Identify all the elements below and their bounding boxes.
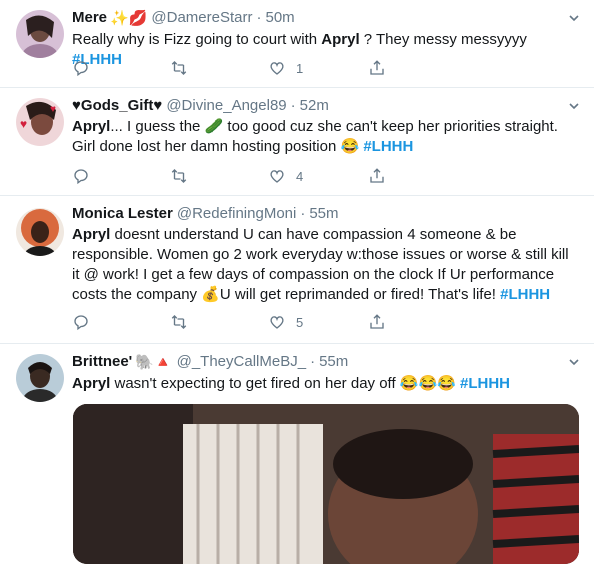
share-icon [370, 168, 384, 183]
reply-icon [74, 169, 88, 185]
mention-apryl: Apryl [72, 226, 111, 243]
chevron-down-icon[interactable] [568, 10, 580, 22]
tweet-header: ♥Gods_Gift♥ @Divine_Angel89 · 52m [72, 96, 580, 116]
name-emoji: 🐘🔺 [135, 354, 173, 371]
tweet-actions: 4 [72, 166, 392, 186]
reply-icon [74, 61, 88, 77]
timestamp[interactable]: 55m [309, 205, 338, 222]
tweet-text: Apryl doesnt understand U can have compa… [72, 226, 569, 303]
heart-icon [270, 316, 284, 329]
avatar[interactable] [16, 10, 64, 58]
hashtag-link[interactable]: #LHHH [363, 138, 413, 155]
hashtag-link[interactable]: #LHHH [500, 286, 550, 303]
separator-dot: · [290, 97, 296, 114]
separator-dot: · [256, 9, 262, 26]
avatar[interactable] [16, 354, 64, 402]
separator-dot: · [310, 353, 316, 370]
chevron-down-icon[interactable] [568, 98, 580, 110]
like-count: 4 [296, 168, 304, 184]
display-name[interactable]: ♥Gods_Gift♥ [72, 97, 162, 114]
avatar[interactable]: ♥ ♥ [16, 98, 64, 146]
username[interactable]: @RedefiningMoni [177, 205, 296, 222]
svg-text:♥: ♥ [50, 104, 56, 115]
reply-icon [74, 315, 88, 331]
timestamp[interactable]: 55m [319, 353, 348, 370]
heart-icon [270, 170, 284, 183]
tweet-header: Monica Lester @RedefiningMoni · 55m [72, 204, 580, 224]
tweet-text: Apryl... I guess the 🥒 too good cuz she … [72, 118, 558, 155]
chevron-down-icon[interactable] [568, 354, 580, 366]
share-icon [370, 60, 384, 75]
tweet-header: Mere ✨💋 @DamereStarr · 50m [72, 8, 580, 29]
like-count: 1 [296, 60, 304, 76]
username[interactable]: @_TheyCallMeBJ_ [177, 353, 306, 370]
display-name[interactable]: Brittnee' [72, 353, 132, 370]
like-button[interactable]: 5 [268, 312, 303, 332]
laughing-emoji: 😂😂😂 [399, 375, 456, 392]
tweet[interactable]: Mere ✨💋 @DamereStarr · 50m Really why is Fiz… [0, 0, 594, 88]
separator-dot: · [300, 205, 306, 222]
username[interactable]: @Divine_Angel89 [166, 97, 286, 114]
mention-apryl: Apryl [321, 31, 360, 48]
share-button[interactable] [368, 166, 386, 186]
tweet-header: Brittnee' 🐘🔺 @_TheyCallMeBJ_ · 55m [72, 352, 580, 373]
tweet[interactable]: ♥ ♥ ♥Gods_Gift♥ @Divine_Angel89 · 52m Apryl.… [0, 88, 594, 196]
laughing-emoji: 😂 [340, 138, 360, 155]
like-button[interactable]: 4 [268, 166, 303, 186]
svg-text:♥: ♥ [20, 117, 27, 131]
tweet-actions: 5 [72, 312, 392, 332]
name-emoji: ✨💋 [110, 10, 148, 27]
tweet[interactable]: Monica Lester @RedefiningMoni · 55m Apryl d… [0, 196, 594, 344]
like-count: 5 [296, 314, 304, 330]
retweet-icon [171, 61, 187, 75]
reply-button[interactable] [72, 166, 90, 186]
retweet-button[interactable] [170, 312, 188, 332]
share-icon [370, 314, 384, 329]
share-button[interactable] [368, 312, 386, 332]
reply-button[interactable] [72, 58, 90, 78]
hashtag-link[interactable]: #LHHH [460, 375, 510, 392]
retweet-button[interactable] [170, 58, 188, 78]
heart-icon [270, 62, 284, 75]
retweet-button[interactable] [170, 166, 188, 186]
media-image-content [73, 404, 579, 564]
tweet-text: Apryl wasn't expecting to get fired on h… [72, 375, 510, 392]
tweet-actions: 1 [72, 58, 392, 78]
timestamp[interactable]: 52m [300, 97, 329, 114]
like-button[interactable]: 1 [268, 58, 303, 78]
reply-button[interactable] [72, 312, 90, 332]
display-name[interactable]: Monica Lester [72, 205, 173, 222]
mention-apryl: Apryl [72, 118, 111, 135]
cucumber-emoji: 🥒 [204, 118, 224, 135]
display-name[interactable]: Mere [72, 9, 107, 26]
share-button[interactable] [368, 58, 386, 78]
username[interactable]: @DamereStarr [151, 9, 252, 26]
timestamp[interactable]: 50m [265, 9, 294, 26]
avatar[interactable] [16, 208, 64, 256]
money-bag-emoji: 💰 [201, 286, 220, 303]
retweet-icon [171, 315, 187, 329]
retweet-icon [171, 169, 187, 183]
media-image[interactable] [73, 404, 579, 564]
mention-apryl: Apryl [72, 375, 111, 392]
